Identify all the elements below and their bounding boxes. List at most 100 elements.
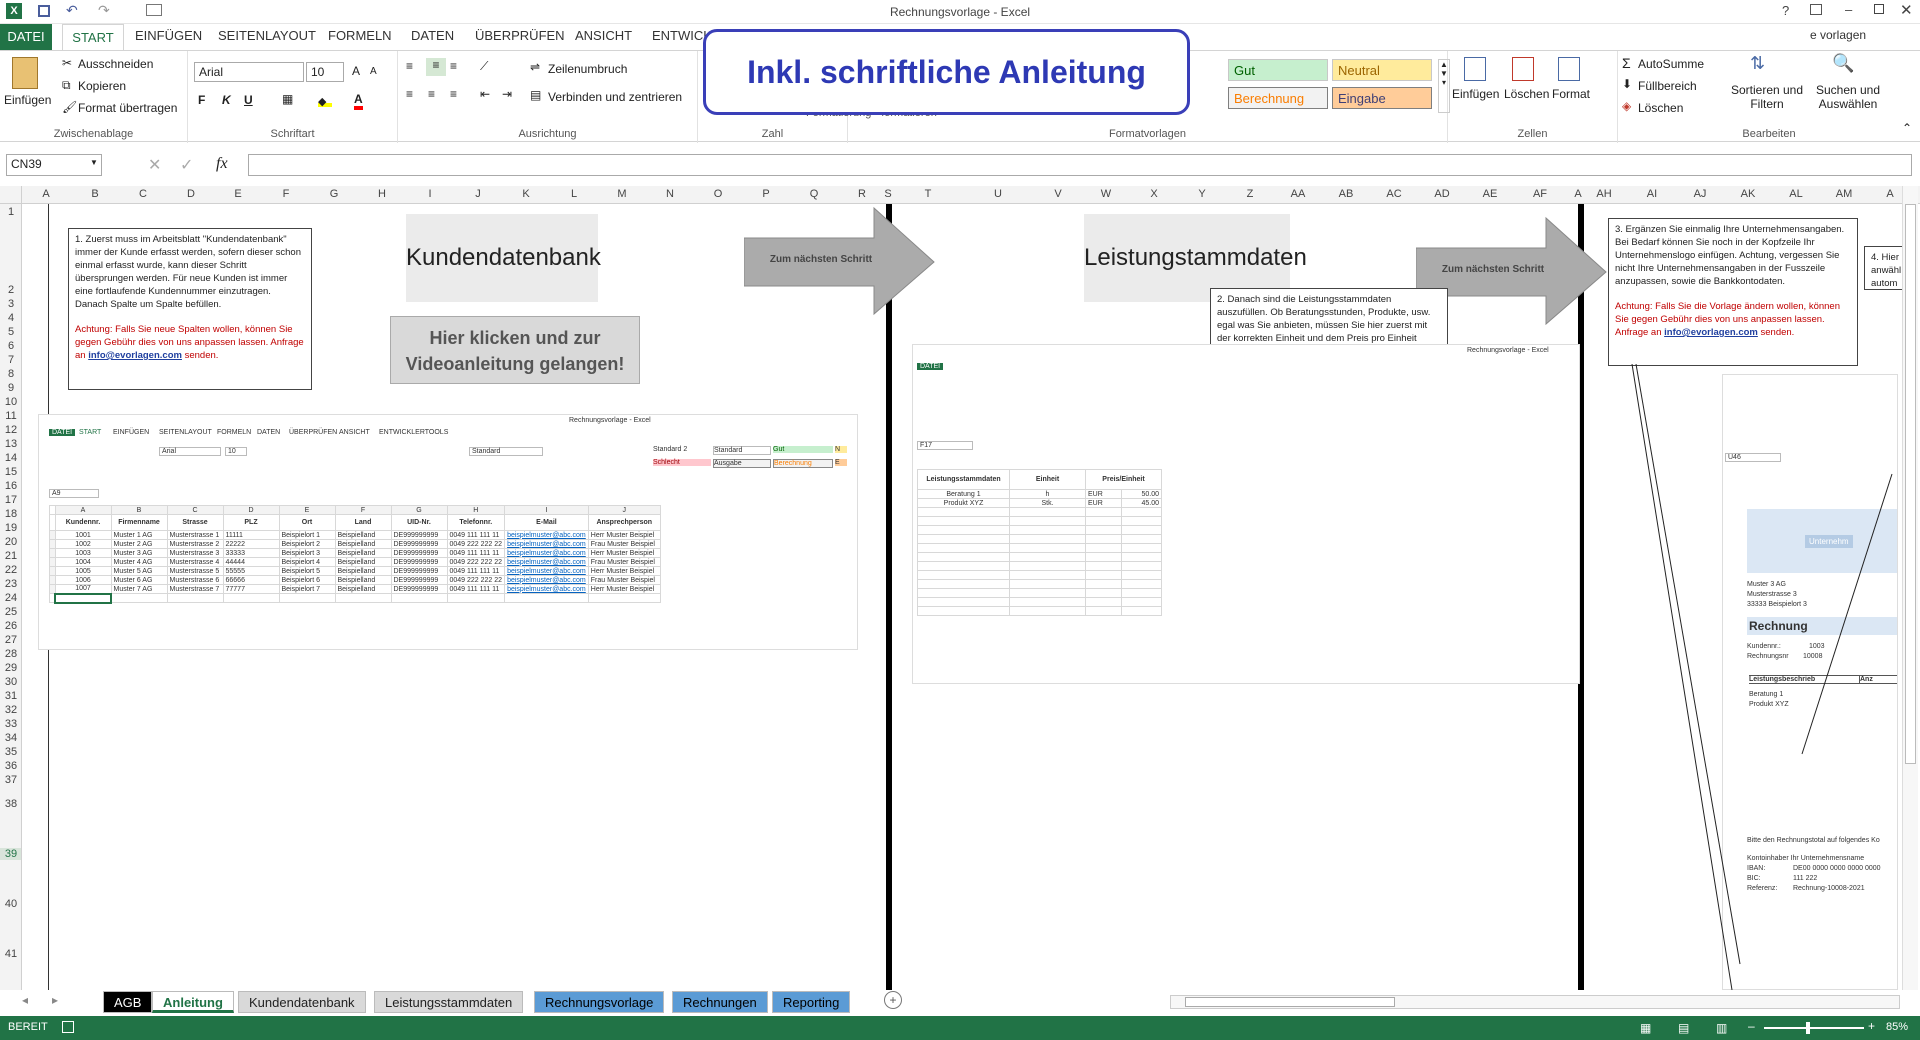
row-header[interactable]: 41	[0, 948, 21, 960]
copy-button[interactable]: Kopieren	[78, 79, 126, 93]
fill-icon[interactable]: ⬇	[1622, 77, 1632, 91]
page-layout-icon[interactable]: ▤	[1678, 1021, 1689, 1035]
tab-start[interactable]: START	[62, 24, 124, 51]
merge-center-icon[interactable]: ▤	[530, 88, 541, 102]
row-header[interactable]: 16	[0, 480, 21, 492]
column-header[interactable]: P	[756, 188, 776, 200]
tab-formeln[interactable]: FORMELN	[328, 28, 392, 43]
column-header[interactable]: A	[1568, 188, 1588, 200]
cancel-formula-icon[interactable]: ✕	[148, 155, 161, 175]
row-header[interactable]: 4	[0, 312, 21, 324]
row-header[interactable]: 3	[0, 298, 21, 310]
row-header[interactable]: 24	[0, 592, 21, 604]
row-header[interactable]: 37	[0, 774, 21, 786]
insert-cells-icon[interactable]	[1464, 57, 1486, 81]
worksheet-grid[interactable]: 1. Zuerst muss im Arbeitsblatt "Kundenda…	[22, 204, 1902, 990]
minimize-icon[interactable]: –	[1845, 2, 1852, 17]
tab-datei[interactable]: DATEI	[0, 24, 52, 50]
tab-einfuegen[interactable]: EINFÜGEN	[135, 28, 202, 43]
tab-seitenlayout[interactable]: SEITENLAYOUT	[218, 28, 316, 43]
zoom-in-icon[interactable]: +	[1868, 1019, 1875, 1033]
column-header[interactable]: AB	[1336, 188, 1356, 200]
row-header[interactable]: 11	[0, 410, 21, 422]
video-instruction-button[interactable]: Hier klicken und zur Videoanleitung gela…	[390, 316, 640, 384]
grow-font-icon[interactable]: A	[352, 64, 360, 78]
row-header[interactable]: 40	[0, 898, 21, 910]
column-header[interactable]: Q	[804, 188, 824, 200]
row-header[interactable]: 22	[0, 564, 21, 576]
column-header[interactable]: AI	[1642, 188, 1662, 200]
column-header[interactable]: G	[324, 188, 344, 200]
fill-button[interactable]: Füllbereich	[1638, 79, 1697, 93]
column-header[interactable]: AF	[1530, 188, 1550, 200]
autosum-button[interactable]: AutoSumme	[1638, 57, 1704, 71]
name-box[interactable]: CN39	[6, 154, 102, 176]
row-header[interactable]: 18	[0, 508, 21, 520]
column-header[interactable]: Z	[1240, 188, 1260, 200]
underline-button[interactable]: U	[244, 93, 253, 107]
column-header[interactable]: Y	[1192, 188, 1212, 200]
column-header[interactable]: AC	[1384, 188, 1404, 200]
border-icon[interactable]: ▦	[282, 92, 293, 106]
column-header[interactable]: F	[276, 188, 296, 200]
sheet-tab-agb[interactable]: AGB	[103, 991, 153, 1013]
merge-center-button[interactable]: Verbinden und zentrieren	[548, 90, 682, 104]
zoom-slider-thumb[interactable]	[1806, 1022, 1810, 1034]
row-header[interactable]: 28	[0, 648, 21, 660]
row-header[interactable]: 14	[0, 452, 21, 464]
column-header[interactable]: S	[878, 188, 898, 200]
column-header[interactable]: AJ	[1690, 188, 1710, 200]
delete-cells-button[interactable]: Löschen	[1504, 87, 1549, 101]
row-header[interactable]: 35	[0, 746, 21, 758]
column-header[interactable]: R	[852, 188, 872, 200]
column-header[interactable]: A	[1880, 188, 1900, 200]
tab-ueberpruefen[interactable]: ÜBERPRÜFEN	[475, 28, 565, 43]
column-header[interactable]: C	[133, 188, 153, 200]
format-cells-button[interactable]: Format	[1552, 87, 1590, 101]
kundendatenbank-box[interactable]: Kundendatenbank	[406, 214, 601, 302]
italic-button[interactable]: K	[222, 93, 231, 107]
row-header[interactable]: 2	[0, 284, 21, 296]
column-header[interactable]: X	[1144, 188, 1164, 200]
row-header[interactable]: 1	[0, 206, 21, 218]
column-header[interactable]: E	[228, 188, 248, 200]
column-header[interactable]: I	[420, 188, 440, 200]
align-top-icon[interactable]: ≡	[406, 59, 413, 73]
zoom-level[interactable]: 85%	[1886, 1021, 1908, 1033]
sheet-tab-anleitung[interactable]: Anleitung	[152, 991, 234, 1013]
column-header[interactable]: T	[918, 188, 938, 200]
align-left-icon[interactable]: ≡	[406, 87, 413, 101]
zoom-out-icon[interactable]: –	[1748, 1019, 1755, 1033]
sheet-nav-next-icon[interactable]: ▸	[52, 993, 58, 1007]
cut-button[interactable]: Ausschneiden	[78, 57, 153, 71]
cut-icon[interactable]: ✂	[62, 56, 72, 70]
style-gut[interactable]: Gut	[1228, 59, 1328, 81]
column-header[interactable]: U	[988, 188, 1008, 200]
style-neutral[interactable]: Neutral	[1332, 59, 1432, 81]
orientation-icon[interactable]: ⟋	[480, 59, 488, 74]
delete-cells-icon[interactable]	[1512, 57, 1534, 81]
align-middle-icon[interactable]: ≡	[426, 58, 446, 76]
column-header[interactable]: AD	[1432, 188, 1452, 200]
row-header[interactable]: 30	[0, 676, 21, 688]
column-header[interactable]: B	[85, 188, 105, 200]
format-painter-button[interactable]: Format übertragen	[78, 101, 177, 115]
ribbon-display-icon[interactable]	[1810, 4, 1822, 15]
insert-function-icon[interactable]: fx	[216, 155, 228, 173]
help-icon[interactable]: ?	[1782, 3, 1789, 18]
column-header[interactable]: N	[660, 188, 680, 200]
row-header[interactable]: 25	[0, 606, 21, 618]
note3-email-link[interactable]: info@evorlagen.com	[1664, 327, 1758, 338]
clear-icon[interactable]: ◈	[1622, 99, 1631, 113]
row-header[interactable]: 17	[0, 494, 21, 506]
increase-indent-icon[interactable]: ⇥	[502, 87, 512, 101]
column-header[interactable]: AE	[1480, 188, 1500, 200]
row-header[interactable]: 36	[0, 760, 21, 772]
format-painter-icon[interactable]: 🖌	[62, 100, 77, 114]
row-header[interactable]: 12	[0, 424, 21, 436]
style-berechnung[interactable]: Berechnung	[1228, 87, 1328, 109]
bold-button[interactable]: F	[198, 93, 205, 107]
column-header[interactable]: AL	[1786, 188, 1806, 200]
sheet-tab-kundendatenbank[interactable]: Kundendatenbank	[238, 991, 366, 1013]
zoom-slider[interactable]	[1764, 1022, 1864, 1034]
